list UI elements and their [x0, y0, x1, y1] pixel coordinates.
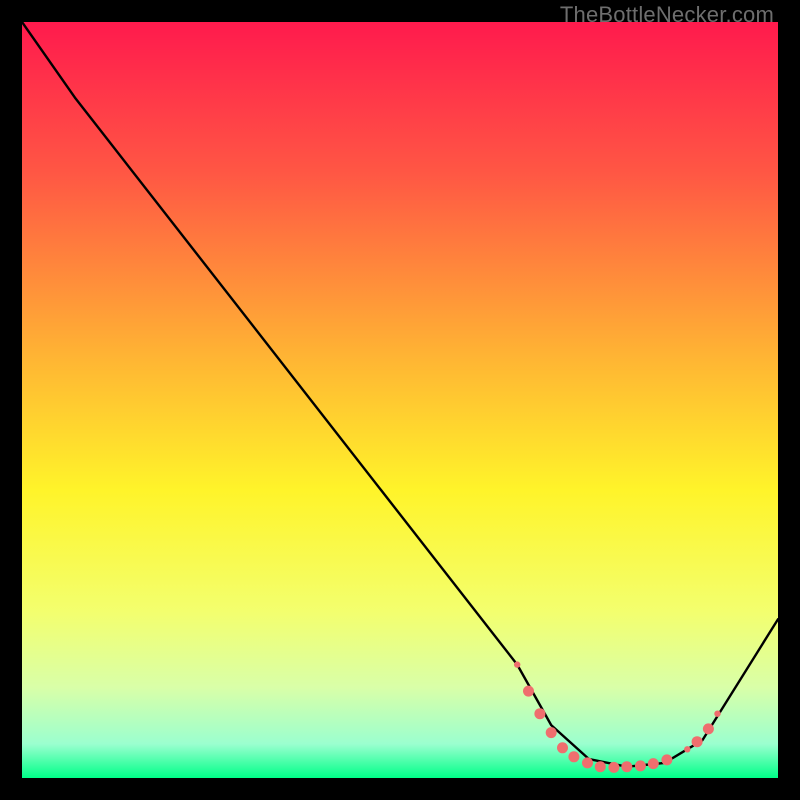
curve-marker	[514, 661, 520, 667]
chart-plot-area	[22, 22, 778, 778]
gradient-background	[22, 22, 778, 778]
curve-marker	[635, 760, 646, 771]
curve-marker	[692, 736, 703, 747]
curve-marker	[534, 708, 545, 719]
curve-marker	[703, 723, 714, 734]
curve-marker	[684, 746, 690, 752]
curve-marker	[595, 761, 606, 772]
bottleneck-chart	[22, 22, 778, 778]
curve-marker	[582, 757, 593, 768]
curve-marker	[557, 742, 568, 753]
curve-marker	[621, 761, 632, 772]
curve-marker	[608, 762, 619, 773]
curve-marker	[714, 711, 720, 717]
curve-marker	[546, 727, 557, 738]
curve-marker	[648, 758, 659, 769]
curve-marker	[568, 751, 579, 762]
curve-marker	[523, 686, 534, 697]
watermark-text: TheBottleNecker.com	[560, 2, 774, 28]
curve-marker	[661, 754, 672, 765]
